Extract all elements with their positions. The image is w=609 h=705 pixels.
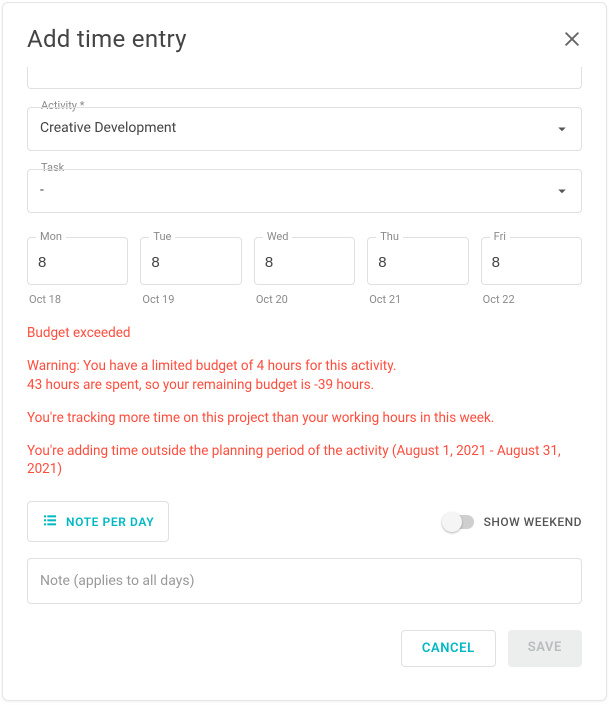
day-input-tue[interactable]: Tue	[140, 237, 241, 285]
warning-budget-detail: Warning: You have a limited budget of 4 …	[27, 357, 582, 395]
day-value-input[interactable]	[38, 254, 117, 271]
cancel-button[interactable]: CANCEL	[401, 630, 496, 667]
day-label: Wed	[263, 230, 293, 243]
previous-field-partial[interactable]	[27, 67, 582, 89]
task-field: Task -	[27, 169, 582, 213]
warning-over-hours: You're tracking more time on this projec…	[27, 409, 582, 428]
save-button[interactable]: SAVE	[508, 630, 582, 667]
day-date: Oct 20	[254, 293, 355, 306]
day-date: Oct 22	[481, 293, 582, 306]
day-value-input[interactable]	[265, 254, 344, 271]
day-label: Fri	[490, 230, 510, 243]
add-time-entry-dialog: Add time entry Activity * Creative Devel…	[2, 2, 607, 701]
note-per-day-button[interactable]: NOTE PER DAY	[27, 501, 169, 542]
day-input-mon[interactable]: Mon	[27, 237, 128, 285]
dialog-header: Add time entry	[27, 25, 582, 53]
dialog-footer: CANCEL SAVE	[27, 630, 582, 667]
dialog-title: Add time entry	[27, 25, 187, 53]
days-row: Mon Oct 18 Tue Oct 19 Wed Oct 20 Thu	[27, 237, 582, 306]
controls-row: NOTE PER DAY SHOW WEEKEND	[27, 501, 582, 542]
activity-select[interactable]: Creative Development	[27, 107, 582, 151]
show-weekend-control: SHOW WEEKEND	[444, 515, 582, 529]
day-label: Tue	[149, 230, 175, 243]
show-weekend-label: SHOW WEEKEND	[484, 515, 582, 529]
warning-budget-exceeded: Budget exceeded	[27, 324, 582, 343]
chevron-down-icon	[553, 120, 571, 138]
day-date: Oct 21	[367, 293, 468, 306]
day-label: Thu	[376, 230, 403, 243]
day-value-input[interactable]	[378, 254, 457, 271]
day-input-thu[interactable]: Thu	[367, 237, 468, 285]
note-input[interactable]: Note (applies to all days)	[27, 558, 582, 604]
list-icon	[42, 512, 58, 531]
day-col-tue: Tue Oct 19	[140, 237, 241, 306]
day-value-input[interactable]	[492, 254, 571, 271]
day-col-thu: Thu Oct 21	[367, 237, 468, 306]
warning-outside-period: You're adding time outside the planning …	[27, 442, 582, 480]
warnings-block: Budget exceeded Warning: You have a limi…	[27, 324, 582, 493]
note-per-day-label: NOTE PER DAY	[66, 515, 154, 529]
day-input-wed[interactable]: Wed	[254, 237, 355, 285]
note-placeholder: Note (applies to all days)	[40, 573, 194, 589]
chevron-down-icon	[553, 182, 571, 200]
day-col-wed: Wed Oct 20	[254, 237, 355, 306]
day-label: Mon	[36, 230, 66, 243]
show-weekend-toggle[interactable]	[444, 515, 474, 529]
task-select[interactable]: -	[27, 169, 582, 213]
toggle-knob	[442, 512, 462, 532]
day-col-mon: Mon Oct 18	[27, 237, 128, 306]
day-value-input[interactable]	[151, 254, 230, 271]
activity-field: Activity * Creative Development	[27, 107, 582, 151]
day-date: Oct 18	[27, 293, 128, 306]
activity-value: Creative Development	[40, 120, 176, 136]
day-date: Oct 19	[140, 293, 241, 306]
close-icon[interactable]	[562, 29, 582, 49]
task-value: -	[40, 182, 44, 198]
day-input-fri[interactable]: Fri	[481, 237, 582, 285]
day-col-fri: Fri Oct 22	[481, 237, 582, 306]
